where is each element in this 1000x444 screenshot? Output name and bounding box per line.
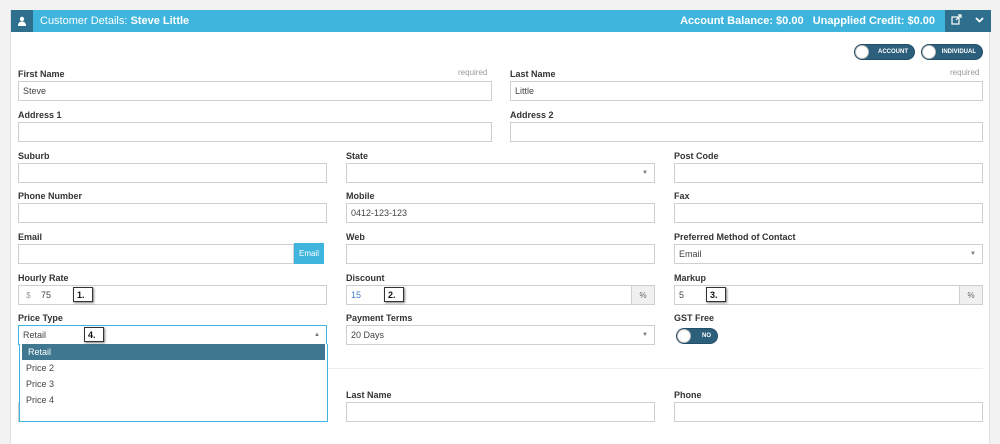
last-name-label: Last Name xyxy=(510,69,556,79)
caret-down-icon: ▼ xyxy=(970,251,976,257)
gst-free-toggle-knob xyxy=(677,329,691,343)
panel-title-prefix: Customer Details: xyxy=(40,15,131,27)
mobile-label: Mobile xyxy=(346,191,375,201)
send-email-button[interactable]: Email xyxy=(294,243,324,264)
customer-name: Steve Little xyxy=(130,15,190,27)
account-toggle-knob xyxy=(855,45,869,59)
discount-percent-suffix: % xyxy=(631,285,655,305)
hourly-rate-label: Hourly Rate xyxy=(18,273,69,283)
contact-phone-input[interactable] xyxy=(674,402,983,422)
price-type-option[interactable]: Price 3 xyxy=(20,376,327,392)
suburb-label: Suburb xyxy=(18,151,50,161)
annotation-tag-4: 4. xyxy=(84,327,104,342)
gst-free-toggle[interactable]: NO xyxy=(676,328,718,344)
panel-header: Customer Details: Steve Little Account B… xyxy=(11,10,991,32)
preferred-contact-label: Preferred Method of Contact xyxy=(674,232,796,242)
price-type-dropdown: Retail Price 2 Price 3 Price 4 xyxy=(19,344,328,422)
last-name-input[interactable]: Little xyxy=(510,81,983,101)
caret-up-icon: ▲ xyxy=(314,332,320,338)
annotation-tag-3: 3. xyxy=(706,287,726,302)
last-name-required: required xyxy=(950,68,980,77)
mobile-input[interactable]: 0412-123-123 xyxy=(346,203,655,223)
payment-terms-select[interactable]: 20 Days ▼ xyxy=(346,325,655,345)
panel-title: Customer Details: Steve Little xyxy=(40,15,189,27)
individual-toggle-knob xyxy=(922,45,936,59)
post-code-label: Post Code xyxy=(674,151,719,161)
user-icon xyxy=(11,10,33,32)
phone-number-label: Phone Number xyxy=(18,191,83,201)
address2-input[interactable] xyxy=(510,122,983,142)
account-toggle-label: ACCOUNT xyxy=(878,49,908,55)
customer-details-panel: Customer Details: Steve Little Account B… xyxy=(10,10,991,444)
suburb-input[interactable] xyxy=(18,163,327,183)
price-type-option[interactable]: Price 2 xyxy=(20,360,327,376)
first-name-required: required xyxy=(458,68,488,77)
web-input[interactable] xyxy=(346,244,655,264)
address1-input[interactable] xyxy=(18,122,492,142)
external-link-icon[interactable] xyxy=(951,12,962,30)
price-type-select[interactable]: Retail ▲ xyxy=(18,325,327,345)
chevron-down-icon[interactable] xyxy=(974,12,985,30)
first-name-input[interactable]: Steve xyxy=(18,81,492,101)
payment-terms-value: 20 Days xyxy=(351,330,385,340)
web-label: Web xyxy=(346,232,365,242)
annotation-tag-1: 1. xyxy=(73,287,93,302)
contact-phone-label: Phone xyxy=(674,390,702,400)
gst-free-label: GST Free xyxy=(674,313,715,323)
caret-down-icon: ▼ xyxy=(642,332,648,338)
account-balance: Account Balance: $0.00 Unapplied Credit:… xyxy=(680,15,935,27)
contact-last-name-label: Last Name xyxy=(346,390,392,400)
discount-label: Discount xyxy=(346,273,385,283)
price-type-label: Price Type xyxy=(18,313,63,323)
email-input[interactable] xyxy=(18,244,294,264)
markup-label: Markup xyxy=(674,273,707,283)
header-actions xyxy=(945,10,991,32)
caret-down-icon: ▼ xyxy=(642,170,648,176)
contact-last-name-input[interactable] xyxy=(346,402,655,422)
markup-percent-suffix: % xyxy=(959,285,983,305)
price-type-value: Retail xyxy=(23,330,47,340)
preferred-contact-value: Email xyxy=(679,249,702,259)
address1-label: Address 1 xyxy=(18,110,62,120)
state-label: State xyxy=(346,151,369,161)
annotation-tag-2: 2. xyxy=(384,287,404,302)
preferred-contact-select[interactable]: Email ▼ xyxy=(674,244,983,264)
phone-number-input[interactable] xyxy=(18,203,327,223)
account-toggle[interactable]: ACCOUNT xyxy=(854,44,915,60)
gst-free-toggle-label: NO xyxy=(702,333,711,339)
address2-label: Address 2 xyxy=(510,110,554,120)
state-select[interactable]: ▼ xyxy=(346,163,655,183)
post-code-input[interactable] xyxy=(674,163,983,183)
dollar-prefix: $ xyxy=(18,285,38,305)
email-label: Email xyxy=(18,232,43,242)
price-type-option[interactable]: Price 4 xyxy=(20,392,327,408)
individual-toggle[interactable]: INDIVIDUAL xyxy=(921,44,983,60)
first-name-label: First Name xyxy=(18,69,65,79)
fax-label: Fax xyxy=(674,191,690,201)
fax-input[interactable] xyxy=(674,203,983,223)
payment-terms-label: Payment Terms xyxy=(346,313,413,323)
individual-toggle-label: INDIVIDUAL xyxy=(941,49,976,55)
price-type-option[interactable]: Retail xyxy=(22,344,325,360)
